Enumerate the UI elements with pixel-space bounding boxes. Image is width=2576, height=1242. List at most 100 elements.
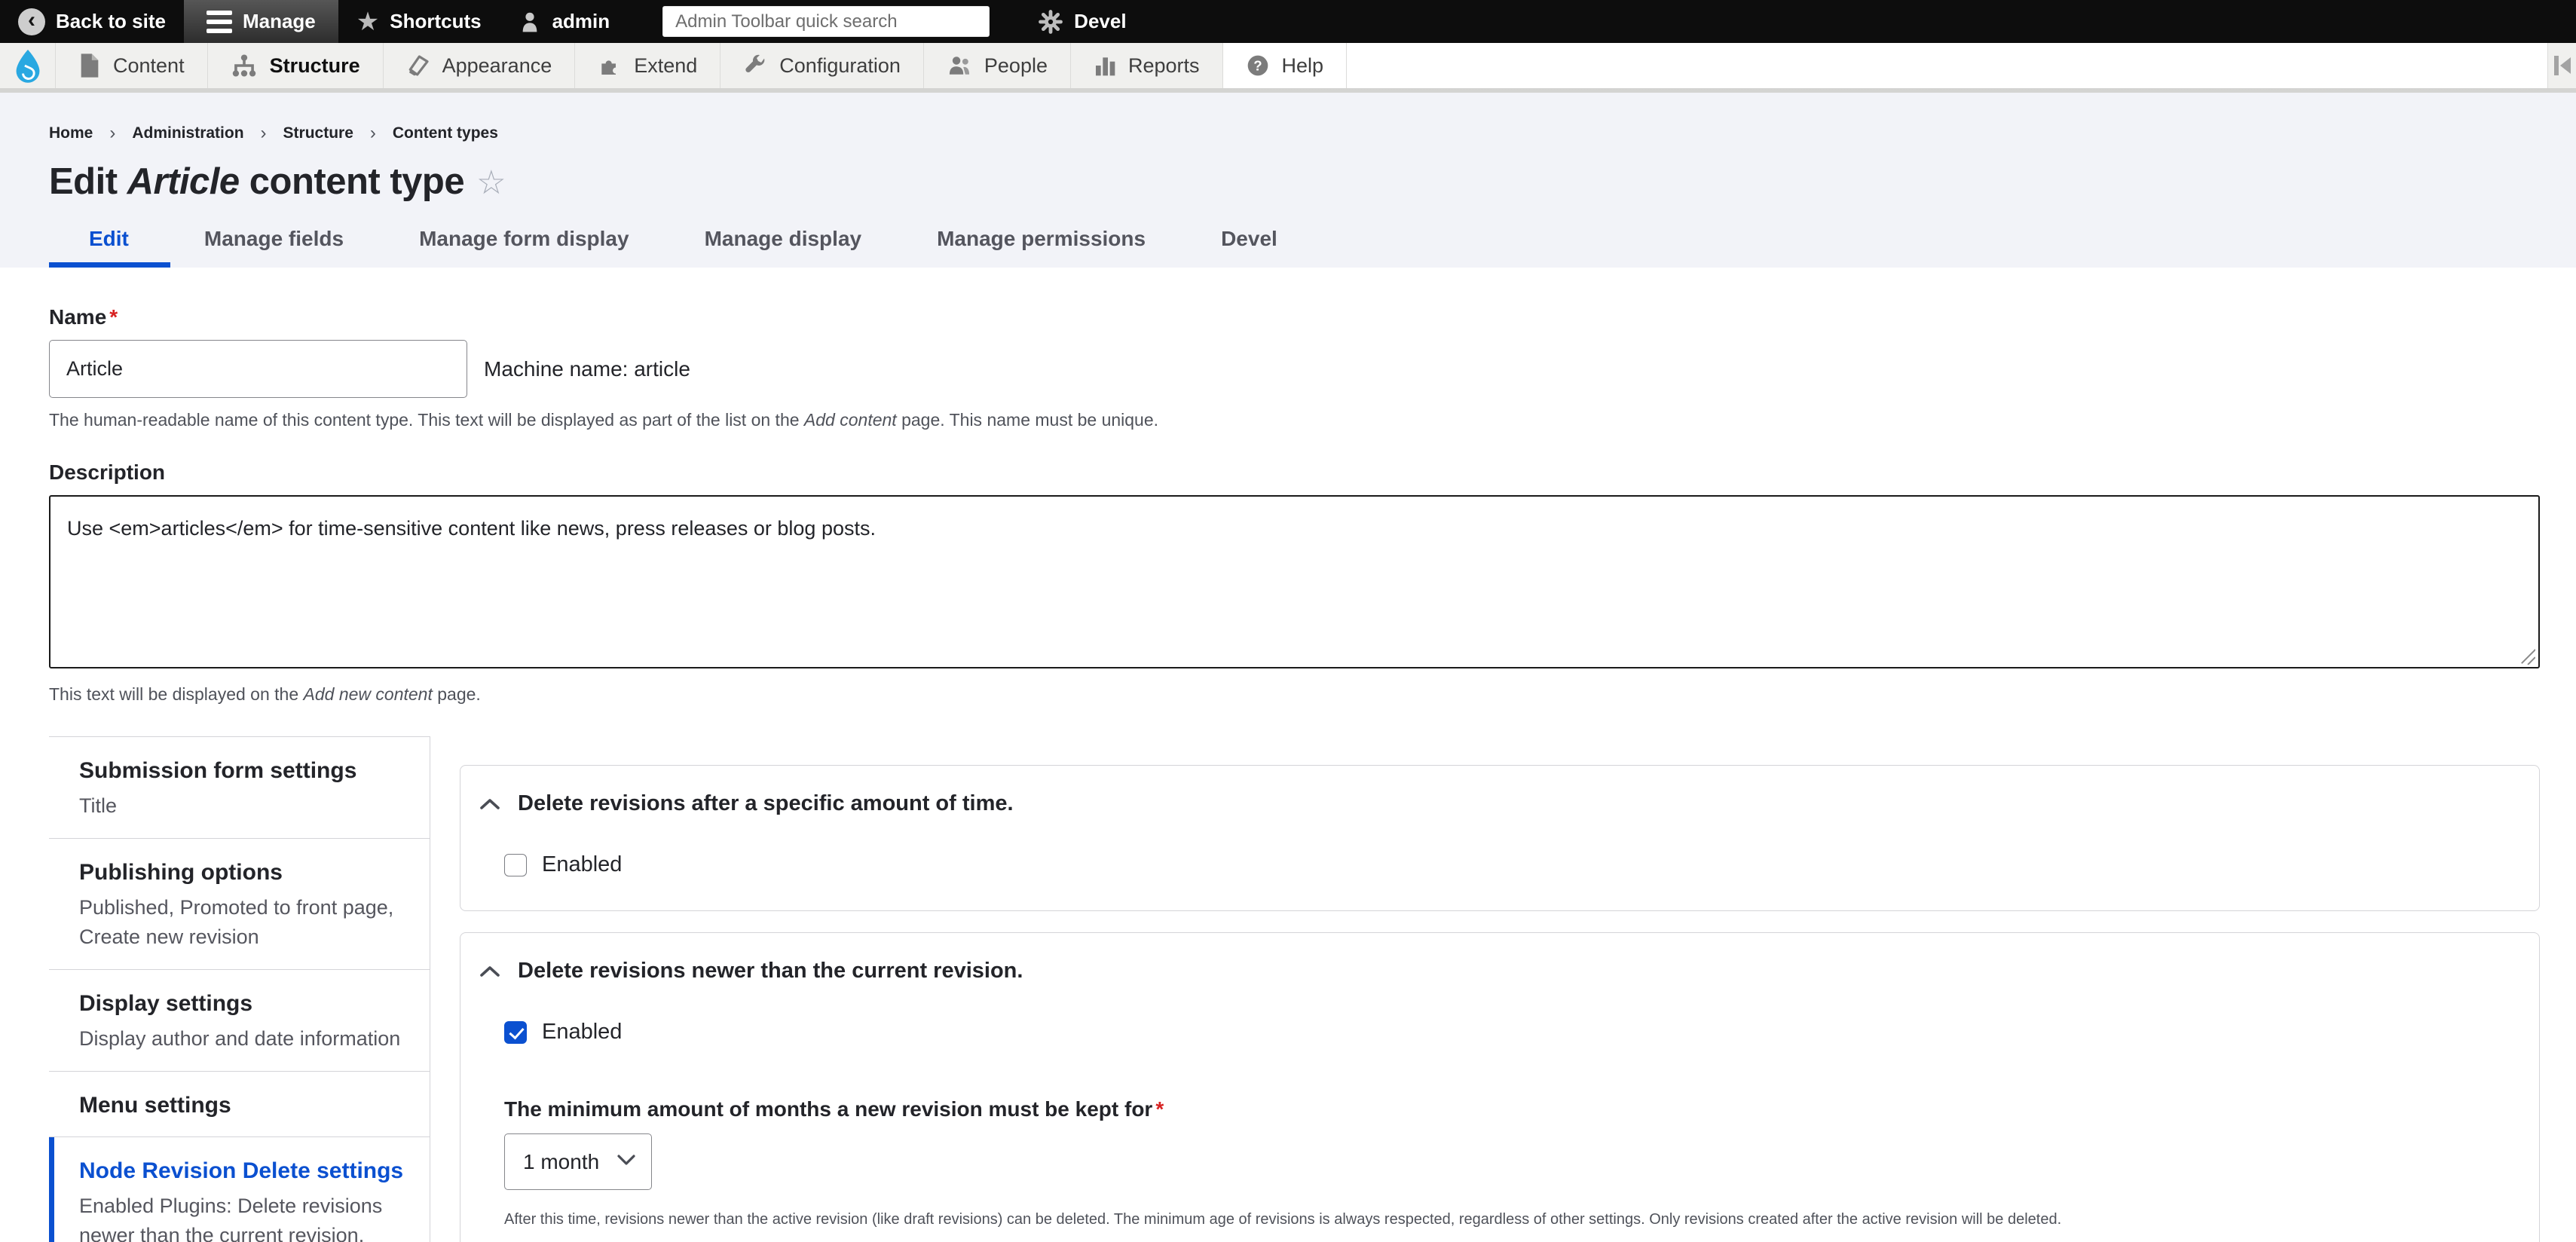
- tab-manage-permissions[interactable]: Manage permissions: [937, 227, 1146, 268]
- vtab-publishing-options[interactable]: Publishing options Published, Promoted t…: [49, 839, 430, 970]
- shortcuts-label: Shortcuts: [390, 10, 482, 32]
- menu-item-structure[interactable]: Structure: [207, 43, 384, 88]
- name-field-group: Name* Machine name: article The human-re…: [49, 305, 2540, 430]
- chevron-down-icon: [616, 1154, 636, 1170]
- page-title-emphasis: Article: [127, 161, 240, 202]
- description-textarea[interactable]: Use <em>articles</em> for time-sensitive…: [49, 495, 2540, 668]
- tab-manage-display[interactable]: Manage display: [705, 227, 862, 268]
- people-icon: [949, 57, 969, 75]
- star-icon: ★: [356, 7, 380, 36]
- hamburger-icon: [206, 10, 232, 33]
- user-icon: [522, 12, 537, 32]
- menu-item-appearance[interactable]: Appearance: [383, 43, 576, 88]
- description-field-group: Description Use <em>articles</em> for ti…: [49, 460, 2540, 705]
- menu-item-extend[interactable]: Extend: [575, 43, 721, 88]
- shortcuts-button[interactable]: ★ Shortcuts: [338, 0, 500, 43]
- vtab-menu-settings[interactable]: Menu settings: [49, 1072, 430, 1138]
- minimum-months-label: The minimum amount of months a new revis…: [504, 1097, 1164, 1121]
- breadcrumb-structure[interactable]: Structure: [283, 124, 353, 142]
- breadcrumb-content-types[interactable]: Content types: [393, 124, 498, 142]
- tab-manage-fields[interactable]: Manage fields: [204, 227, 344, 268]
- devel-button[interactable]: Devel: [1020, 0, 1144, 43]
- devel-label: Devel: [1074, 10, 1127, 32]
- menu-item-label: Extend: [634, 54, 698, 77]
- primary-tabs: Edit Manage fields Manage form display M…: [49, 227, 2527, 268]
- user-menu-button[interactable]: admin: [500, 0, 629, 43]
- chevron-right-icon: ›: [109, 123, 116, 143]
- tab-manage-form-display[interactable]: Manage form display: [419, 227, 629, 268]
- menu-item-label: Configuration: [779, 54, 901, 77]
- breadcrumb-administration[interactable]: Administration: [132, 124, 243, 142]
- drupal-droplet-icon: [16, 49, 39, 83]
- menu-item-people[interactable]: People: [923, 43, 1071, 88]
- chevron-right-icon: ›: [369, 123, 376, 143]
- page-header: Home › Administration › Structure › Cont…: [0, 93, 2576, 268]
- details-delete-newer-revisions: Delete revisions newer than the current …: [460, 932, 2540, 1242]
- vertical-tabs-panes: Delete revisions after a specific amount…: [460, 765, 2540, 1242]
- menu-item-configuration[interactable]: Configuration: [720, 43, 924, 88]
- resize-handle[interactable]: [2519, 648, 2535, 665]
- minimum-months-select[interactable]: 1 month: [504, 1133, 652, 1190]
- manage-button[interactable]: Manage: [183, 0, 338, 43]
- chevron-right-icon: ›: [260, 123, 267, 143]
- puzzle-icon: [601, 60, 616, 75]
- collapse-left-icon: [2553, 56, 2571, 75]
- enabled-checkbox-row[interactable]: Enabled: [504, 852, 2509, 877]
- details-summary-delete-after-time[interactable]: Delete revisions after a specific amount…: [460, 766, 2539, 816]
- bar-chart-icon: [1095, 57, 1115, 76]
- drupal-logo[interactable]: [0, 43, 56, 88]
- menu-item-help[interactable]: ? Help: [1222, 43, 1348, 88]
- admin-quick-search-input[interactable]: [662, 6, 990, 37]
- chevron-up-icon: [479, 964, 501, 979]
- menu-item-label: Content: [113, 54, 185, 77]
- name-input[interactable]: [49, 340, 467, 398]
- menu-item-label: Help: [1281, 54, 1324, 77]
- enabled-checkbox-row[interactable]: Enabled: [504, 1020, 2509, 1045]
- settings-region: Submission form settings Title Publishin…: [49, 736, 2540, 1242]
- menu-item-reports[interactable]: Reports: [1070, 43, 1223, 88]
- tab-devel[interactable]: Devel: [1221, 227, 1277, 268]
- name-field-label: Name *: [49, 305, 118, 329]
- back-to-site-button[interactable]: ‹ Back to site: [0, 0, 184, 43]
- username-label: admin: [552, 10, 610, 32]
- checkbox-checked[interactable]: [504, 1020, 527, 1044]
- minimum-months-help-text: After this time, revisions newer than th…: [504, 1211, 2062, 1228]
- menu-item-label: People: [984, 54, 1048, 77]
- menu-item-content[interactable]: Content: [56, 43, 208, 88]
- details-delete-after-time: Delete revisions after a specific amount…: [460, 765, 2540, 911]
- wrench-icon: [745, 54, 765, 73]
- admin-toolbar: ‹ Back to site Manage ★ Shortcuts admin …: [0, 0, 2576, 43]
- breadcrumb-home[interactable]: Home: [49, 124, 93, 142]
- checkbox-unchecked[interactable]: [504, 853, 527, 876]
- back-to-site-label: Back to site: [56, 10, 166, 32]
- admin-menu-bar: Content Structure Appearance Extend Conf…: [0, 43, 2576, 93]
- menu-bar-filler: [1347, 43, 2547, 88]
- required-asterisk: *: [109, 305, 118, 329]
- vertical-tabs-menu: Submission form settings Title Publishin…: [49, 736, 430, 1242]
- chevron-up-icon: [479, 797, 501, 812]
- description-help-text: This text will be displayed on the Add n…: [49, 684, 481, 704]
- menu-item-label: Appearance: [442, 54, 552, 77]
- star-outline-icon[interactable]: ☆: [476, 164, 506, 201]
- back-arrow-icon: ‹: [18, 8, 45, 35]
- vtab-submission-form-settings[interactable]: Submission form settings Title: [49, 737, 430, 840]
- breadcrumb: Home › Administration › Structure › Cont…: [49, 123, 2527, 144]
- gear-icon: [1039, 9, 1063, 34]
- sitemap-icon: [232, 54, 255, 77]
- manage-label: Manage: [242, 10, 316, 32]
- minimum-months-field-group: The minimum amount of months a new revis…: [504, 1097, 2509, 1228]
- main-content: Name* Machine name: article The human-re…: [0, 268, 2576, 1242]
- required-asterisk: *: [1155, 1097, 1164, 1121]
- details-summary-delete-newer-revisions[interactable]: Delete revisions newer than the current …: [460, 933, 2539, 984]
- toolbar-search: [662, 6, 990, 37]
- vtab-node-revision-delete-settings[interactable]: Node Revision Delete settings Enabled Pl…: [49, 1137, 430, 1242]
- menu-item-label: Reports: [1127, 54, 1200, 77]
- machine-name-label: Machine name: article: [484, 356, 690, 381]
- tab-edit[interactable]: Edit: [49, 227, 170, 268]
- help-icon: ?: [1247, 55, 1268, 76]
- appearance-icon: [408, 55, 429, 76]
- vtab-display-settings[interactable]: Display settings Display author and date…: [49, 970, 430, 1072]
- page-title: Edit Article content type ☆: [49, 161, 506, 202]
- menu-item-label: Structure: [269, 54, 360, 77]
- toolbar-collapse-button[interactable]: [2547, 43, 2576, 88]
